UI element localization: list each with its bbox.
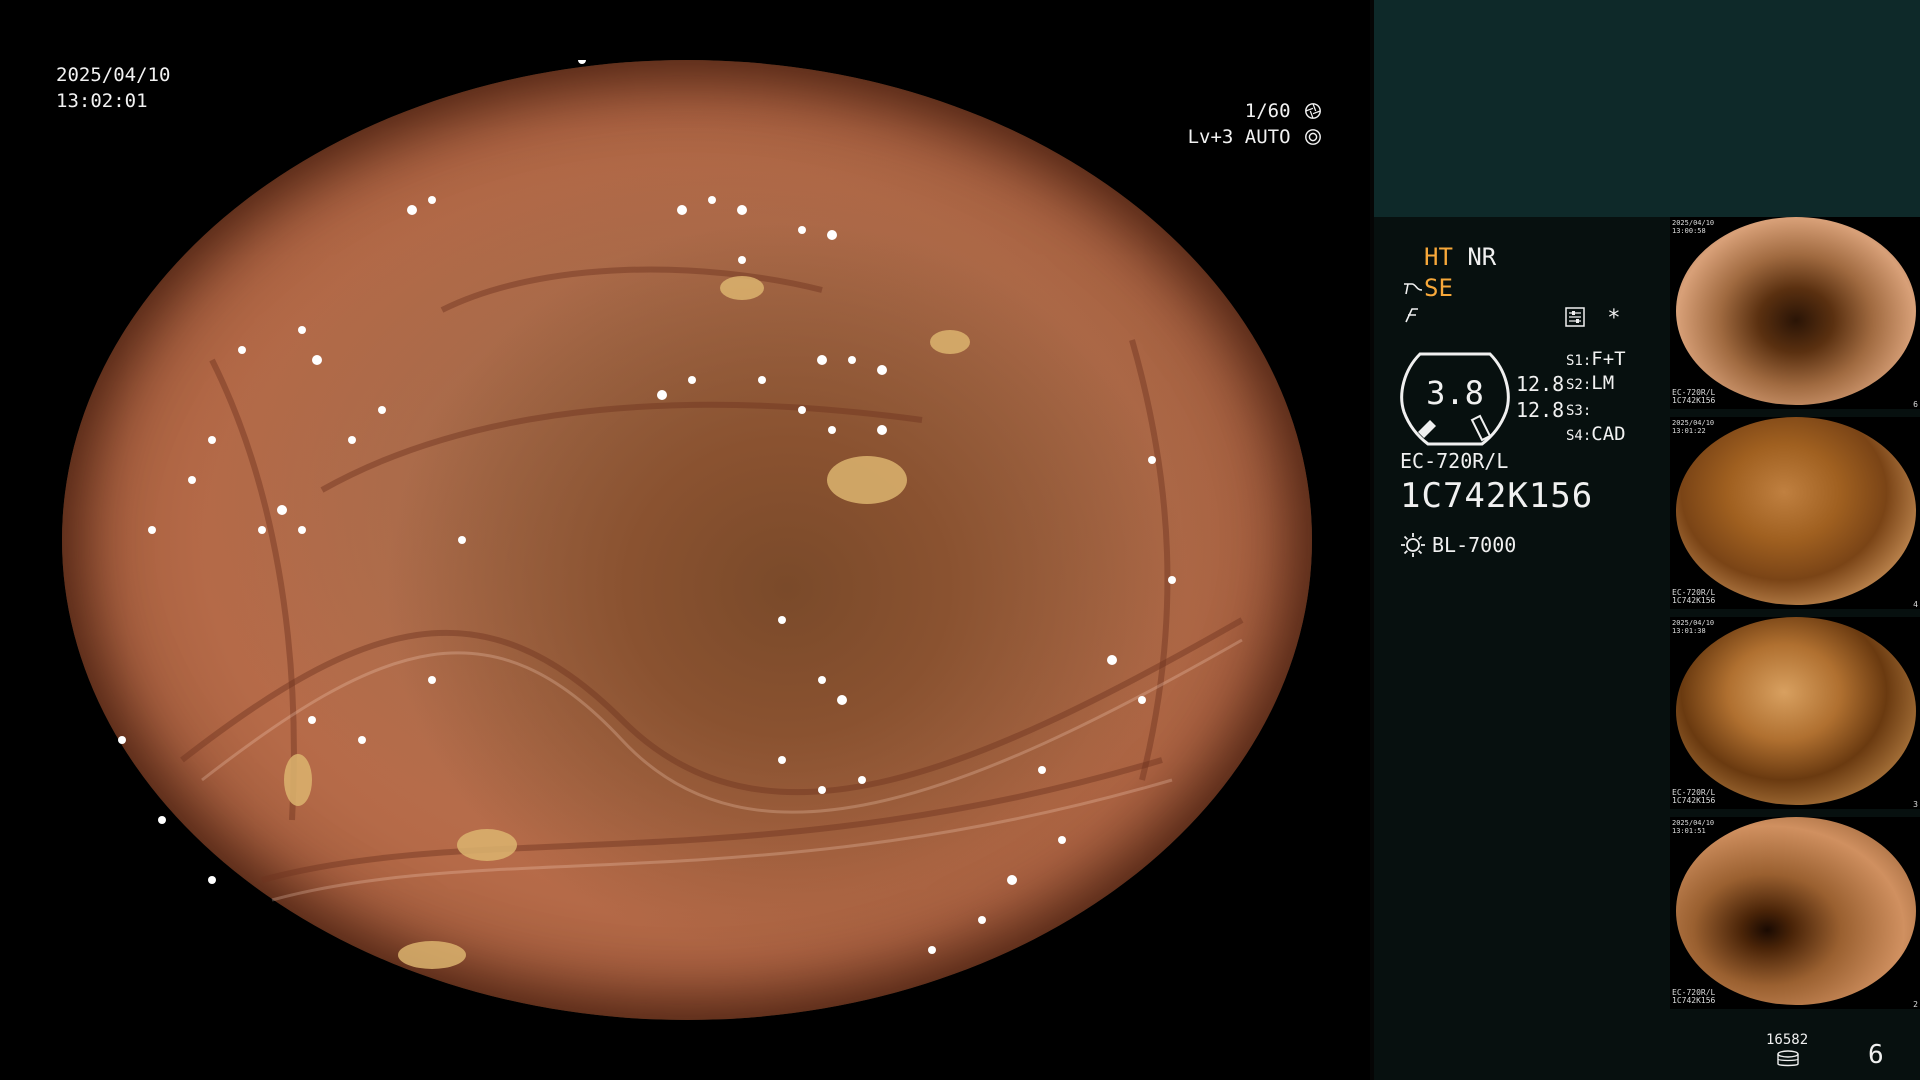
mucosa-texture [118, 60, 1244, 969]
gauge-value: 3.8 [1426, 374, 1484, 412]
mode-row-se: SE [1402, 274, 1453, 302]
exposure-overlay: 1/60 Lv+3 AUTO [1122, 98, 1322, 150]
capture-count: 16582 [1766, 1032, 1809, 1048]
settings-icon [1565, 307, 1585, 327]
panel-header-area [1374, 0, 1920, 217]
light-source-label: BL-7000 [1432, 533, 1517, 557]
mode-row-ht-nr: HT NR [1424, 243, 1496, 271]
level-text: Lv+3 [1187, 126, 1234, 148]
thumbnail-image [1676, 817, 1916, 1005]
enhance-icon [1404, 283, 1423, 295]
datetime-overlay: 2025/04/10 13:02:01 [56, 62, 170, 114]
mode-nr: NR [1467, 243, 1497, 271]
iris-mode-text: AUTO [1244, 126, 1291, 148]
endoscope-live-view: 2025/04/10 13:02:01 1/60 Lv+3 AUTO [0, 0, 1370, 1080]
page-number: 6 [1868, 1040, 1884, 1070]
time-text: 13:02:01 [56, 90, 148, 112]
captured-thumbnail[interactable]: 2025/04/10 13:00:58 EC-720R/L 1C742K156 6 [1670, 217, 1920, 409]
thumbnail-image [1676, 217, 1916, 405]
thumbnail-index: 6 [1913, 400, 1918, 409]
switch-s4: S4:CAD [1566, 423, 1626, 445]
mode-se: SE [1424, 274, 1453, 302]
captured-thumbnail[interactable]: 2025/04/10 13:01:38 EC-720R/L 1C742K156 3 [1670, 617, 1920, 809]
shutter-text: 1/60 [1244, 100, 1291, 122]
endoscopic-image [62, 60, 1312, 1020]
asterisk-indicator: * [1607, 306, 1621, 331]
aperture-icon [1305, 103, 1321, 119]
scope-model: EC-720R/L [1400, 449, 1509, 473]
switch-s2: S2:LM [1566, 372, 1615, 394]
mode-row-freeze [1402, 304, 1422, 332]
database-icon [1777, 1050, 1799, 1067]
captured-thumbnail[interactable]: 2025/04/10 13:01:22 EC-720R/L 1C742K156 4 [1670, 417, 1920, 609]
captured-thumbnail[interactable]: 2025/04/10 13:01:51 EC-720R/L 1C742K156 2 [1670, 817, 1920, 1009]
freeze-icon [1405, 308, 1418, 323]
date-text: 2025/04/10 [56, 64, 171, 86]
switch-s1: S1:F+T [1566, 348, 1626, 370]
gauge-side-value-2: 12.8 [1516, 398, 1565, 422]
endoscopy-screen: 2025/04/10 13:02:01 1/60 Lv+3 AUTO HT NR… [0, 0, 1920, 1080]
thumbnail-index: 3 [1913, 800, 1918, 809]
light-source-icon [1401, 533, 1425, 557]
settings-indicators: * [1564, 306, 1621, 331]
light-source-row: BL-7000 [1400, 532, 1516, 558]
switch-s3: S3: [1566, 403, 1592, 419]
mode-ht: HT [1424, 243, 1453, 271]
scope-serial: 1C742K156 [1400, 476, 1594, 516]
thumbnail-index: 2 [1913, 1000, 1918, 1009]
thumbnail-index: 4 [1913, 600, 1918, 609]
gauge-side-value-1: 12.8 [1516, 372, 1565, 396]
thumbnail-image [1676, 417, 1916, 605]
thumbnail-image [1676, 617, 1916, 805]
iris-icon [1305, 129, 1321, 145]
